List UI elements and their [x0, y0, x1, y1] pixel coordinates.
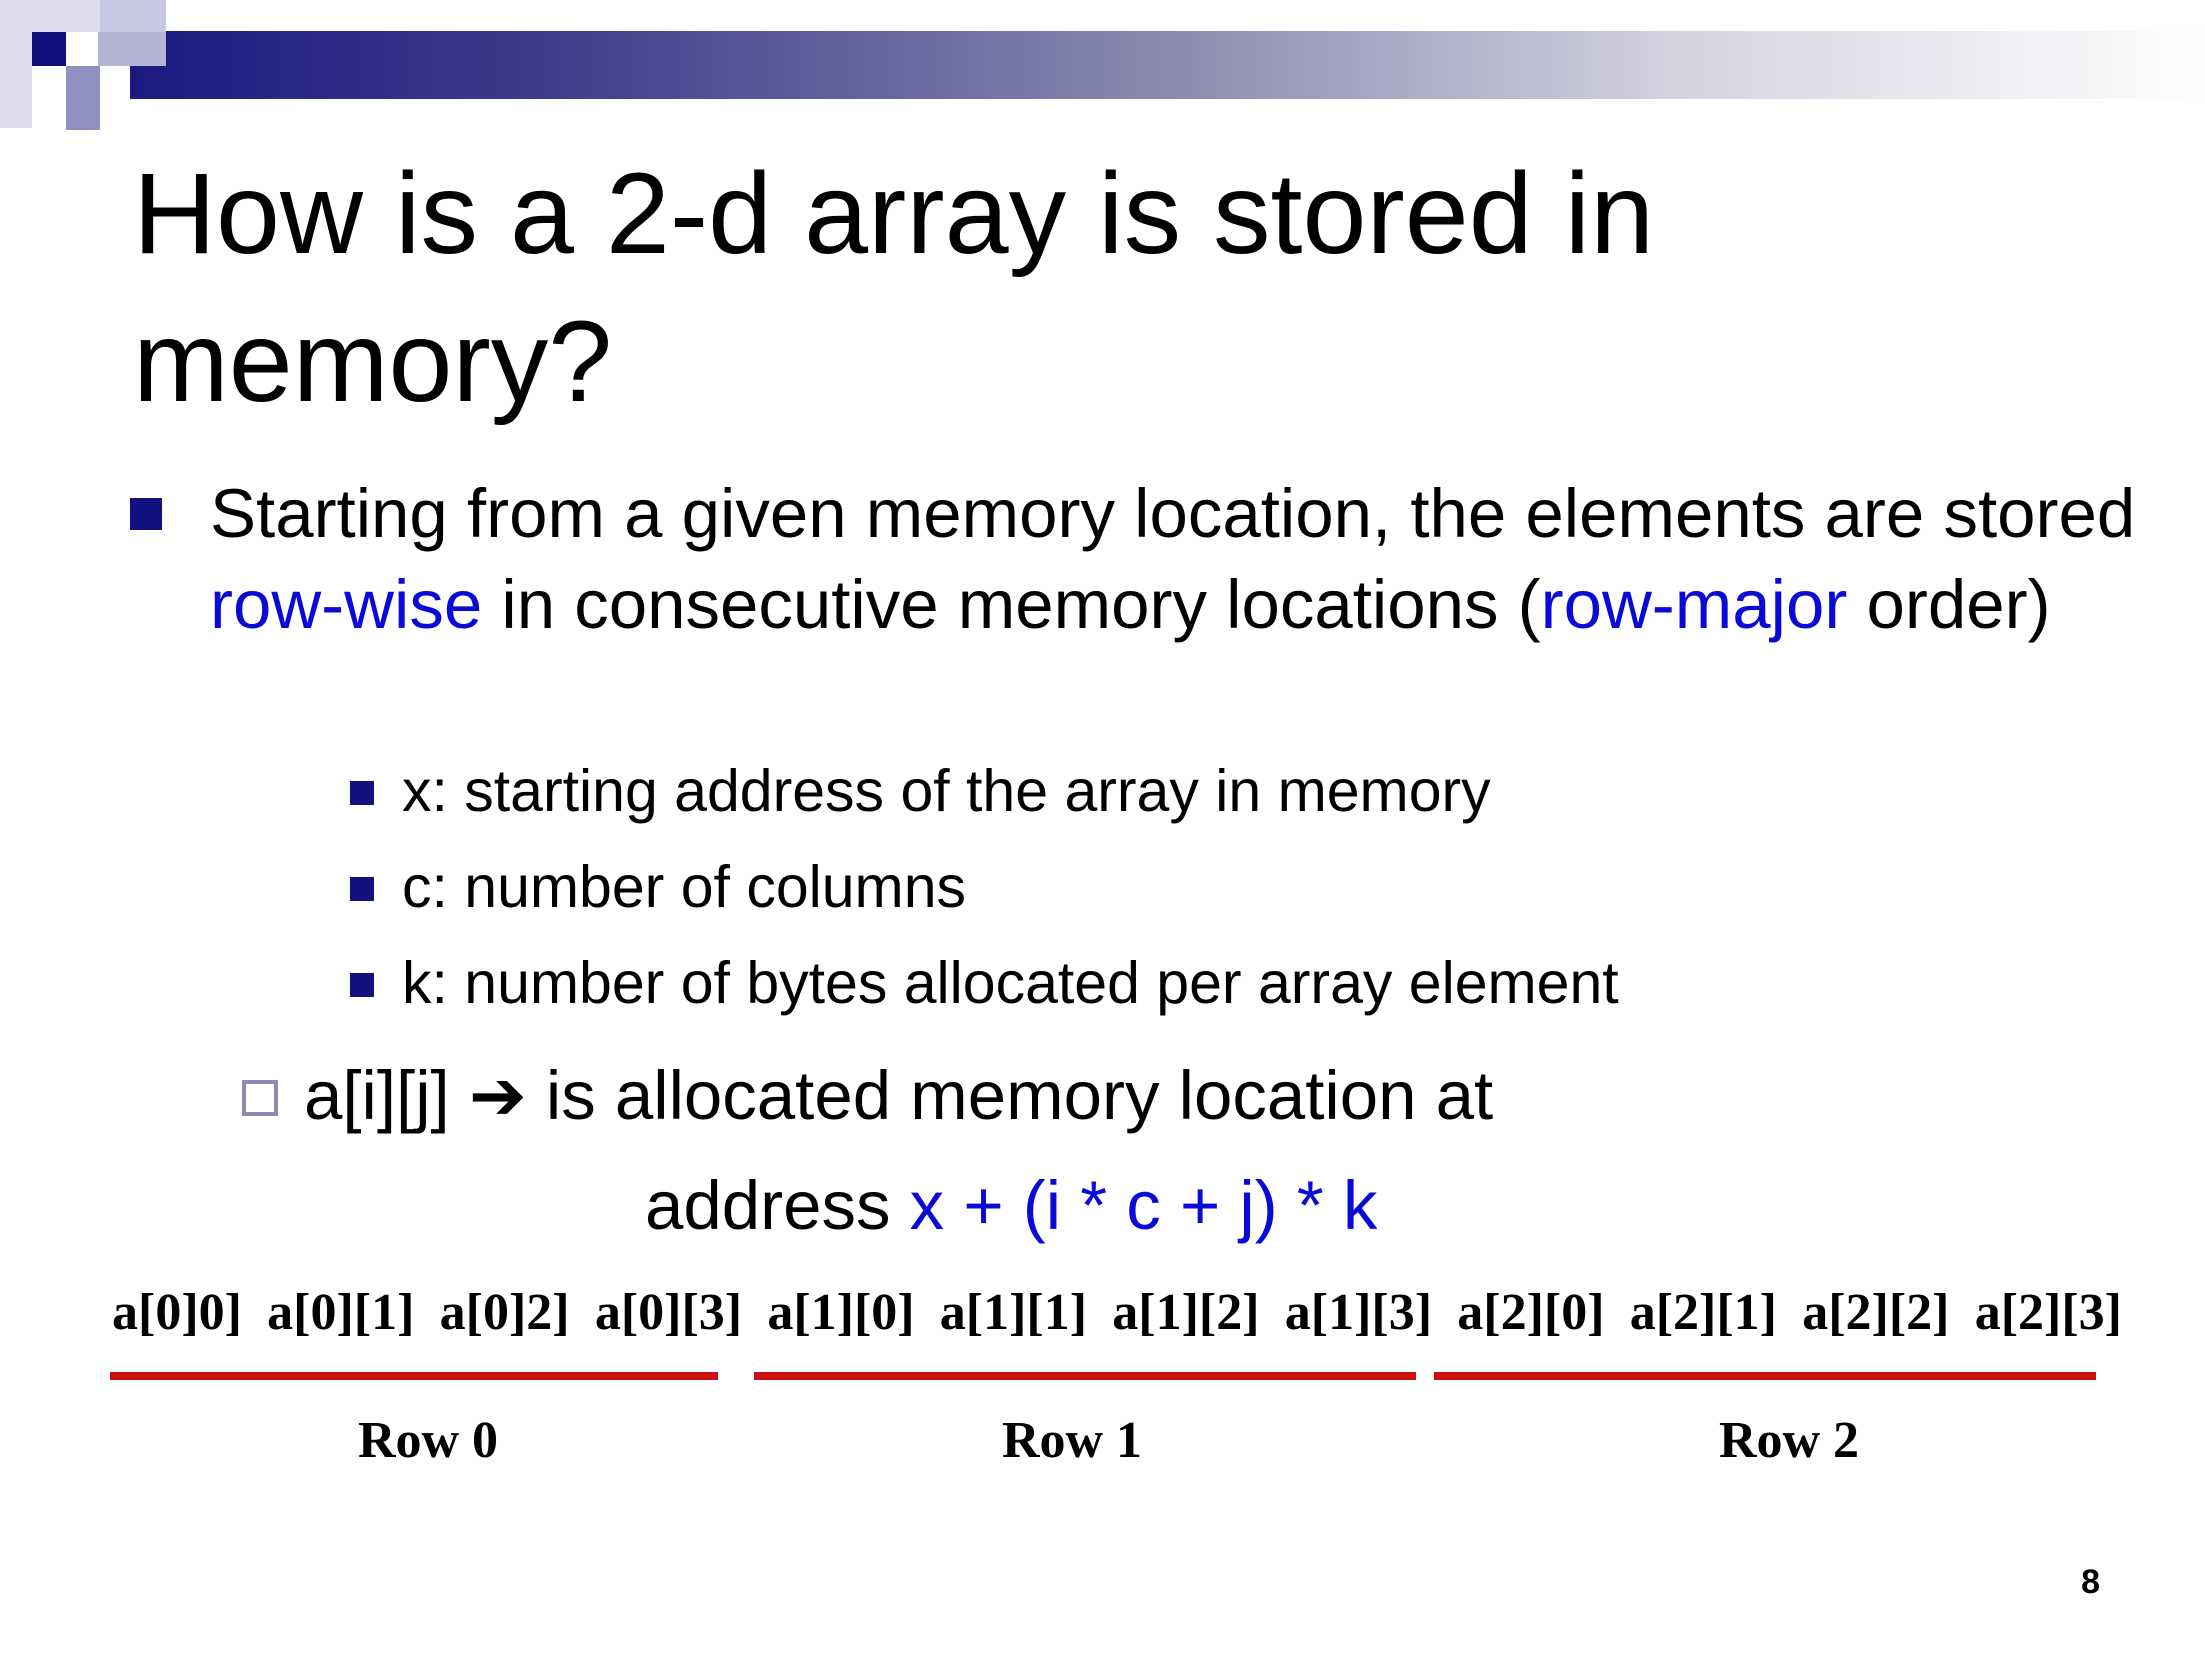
allocation-lhs: a[i][j] — [304, 1057, 469, 1134]
row-1-underline — [754, 1372, 1416, 1380]
address-label: address — [645, 1167, 910, 1244]
allocation-rhs: is allocated memory location at — [526, 1057, 1494, 1134]
slide-title: How is a 2-d array is stored in memory? — [133, 150, 1655, 426]
square-bullet-icon — [350, 973, 374, 997]
main-bullet-text: Starting from a given memory location, t… — [210, 468, 2170, 650]
corner-square-decoration — [100, 0, 166, 32]
sub-bullet-text: x: starting address of the array in memo… — [402, 758, 1491, 824]
memory-cell: a[2][2] — [1802, 1284, 1950, 1341]
square-bullet-icon — [350, 781, 374, 805]
row-label: Row 0 — [357, 1412, 499, 1469]
sub-bullet-text: k: number of bytes allocated per array e… — [402, 950, 1619, 1016]
bullet-text-part: order) — [1847, 566, 2051, 643]
memory-cell: a[0][3] — [594, 1284, 743, 1341]
square-bullet-icon — [350, 877, 374, 901]
right-arrow-icon: ➔ — [468, 1056, 527, 1136]
corner-square-decoration — [66, 66, 100, 130]
hollow-square-bullet-icon — [242, 1080, 278, 1116]
memory-cells: a[0]0] a[0][1] a[0]2] a[0][3] a[1][0] a[… — [112, 1282, 2122, 1344]
bullet-text-part: in consecutive memory locations ( — [482, 566, 1541, 643]
row-label: Row 1 — [1001, 1412, 1143, 1469]
allocation-text: a[i][j] ➔ is allocated memory location a… — [304, 1054, 1493, 1138]
row-0-underline — [110, 1372, 718, 1380]
memory-cell: a[0]0] — [112, 1284, 242, 1341]
sub-bullet-text: c: number of columns — [402, 854, 967, 920]
corner-square-decoration — [0, 0, 32, 128]
memory-cell: a[0][1] — [267, 1284, 415, 1341]
memory-cell: a[1][0] — [767, 1284, 915, 1341]
memory-cell: a[1][3] — [1284, 1284, 1433, 1341]
row-label: Row 2 — [1718, 1412, 1860, 1469]
page-number: 8 — [2081, 1563, 2100, 1601]
corner-square-decoration — [98, 32, 166, 66]
memory-cell: a[0]2] — [439, 1284, 570, 1341]
highlight-row-major: row-major — [1540, 566, 1848, 643]
address-formula: x + (i * c + j) * k — [909, 1167, 1378, 1244]
memory-cell: a[1][1] — [939, 1284, 1088, 1341]
address-formula-line: address x + (i * c + j) * k — [645, 1164, 1377, 1248]
row-2-underline — [1434, 1372, 2096, 1380]
memory-cell: a[2][1] — [1629, 1284, 1777, 1341]
memory-cell: a[2][3] — [1974, 1284, 2122, 1341]
bullet-text-part: Starting from a given memory location, t… — [210, 475, 2136, 552]
corner-square-decoration — [32, 32, 66, 66]
memory-cell: a[1][2] — [1112, 1284, 1260, 1341]
title-gradient-bar — [130, 31, 2205, 99]
square-bullet-icon — [130, 498, 162, 530]
memory-cell: a[2][0] — [1457, 1284, 1605, 1341]
highlight-row-wise: row-wise — [210, 566, 483, 643]
